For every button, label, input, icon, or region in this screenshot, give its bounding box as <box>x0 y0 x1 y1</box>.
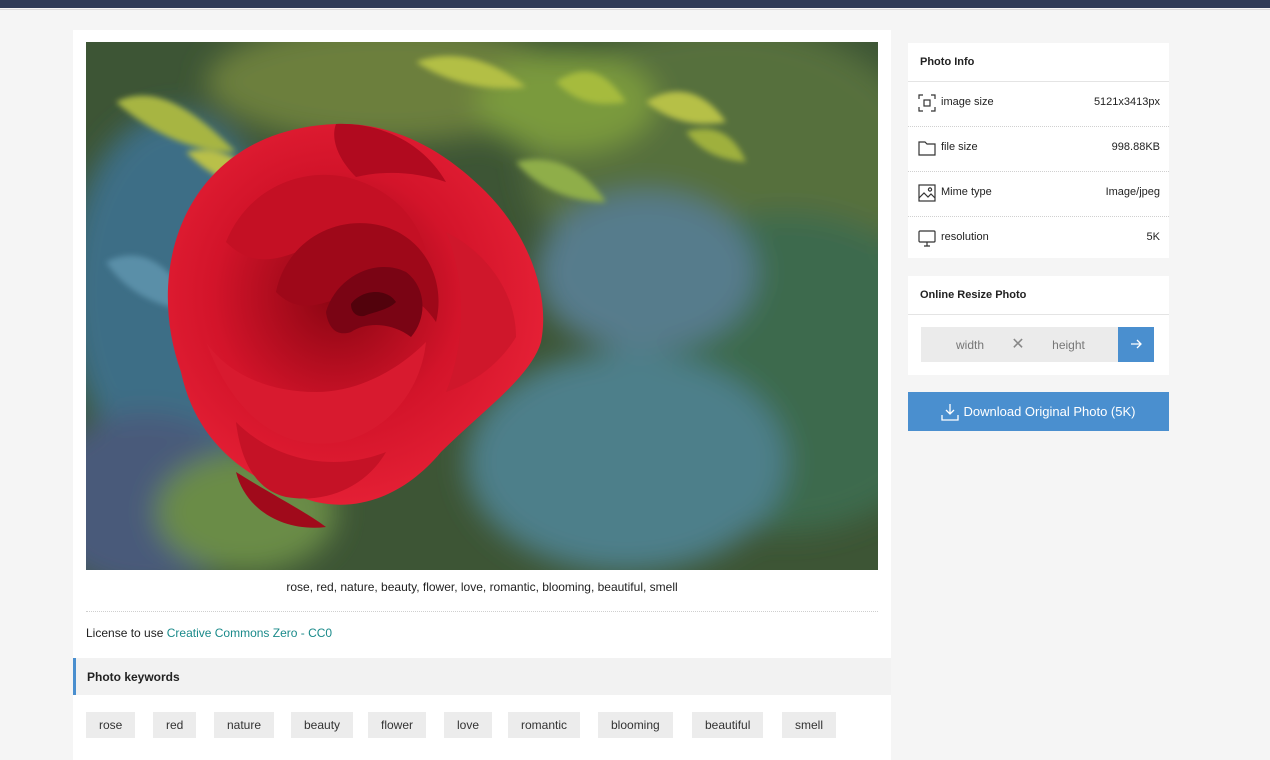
keyword-tag-beauty[interactable]: beauty <box>291 712 354 738</box>
info-value: Image/jpeg <box>1105 186 1160 198</box>
info-value: 5K <box>1146 231 1160 243</box>
height-input[interactable] <box>1019 327 1118 362</box>
keyword-tag-red[interactable]: red <box>153 712 197 738</box>
image-icon <box>918 184 936 202</box>
keyword-tag-rose[interactable]: rose <box>86 712 136 738</box>
license-line: License to use Creative Commons Zero - C… <box>86 626 332 640</box>
width-input[interactable] <box>921 327 1019 362</box>
info-label: image size <box>941 96 994 108</box>
keyword-tag-beautiful[interactable]: beautiful <box>692 712 764 738</box>
keywords-title: Photo keywords <box>87 670 180 684</box>
info-row-resolution: resolution 5K <box>908 217 1169 261</box>
info-label: file size <box>941 141 978 153</box>
info-row-image-size: image size 5121x3413px <box>908 82 1169 127</box>
download-original-button[interactable]: Download Original Photo (5K) <box>908 392 1169 431</box>
times-icon: ✕ <box>1011 336 1025 353</box>
keyword-tag-love[interactable]: love <box>444 712 493 738</box>
main-content-card: rose, red, nature, beauty, flower, love,… <box>73 30 891 760</box>
info-value: 5121x3413px <box>1093 96 1160 108</box>
download-icon <box>941 404 959 421</box>
photo-caption: rose, red, nature, beauty, flower, love,… <box>286 580 678 594</box>
resize-card: Online Resize Photo ✕ <box>908 276 1169 375</box>
info-label: resolution <box>941 231 989 243</box>
license-link[interactable]: Creative Commons Zero - CC0 <box>167 626 332 640</box>
keyword-tag-blooming[interactable]: blooming <box>598 712 673 738</box>
photo-info-title: Photo Info <box>908 43 1169 82</box>
photo-info-card: Photo Info image size 5121x3413px file s… <box>908 43 1169 258</box>
keyword-tag-smell[interactable]: smell <box>782 712 837 738</box>
caption-divider <box>86 611 878 612</box>
keyword-tag-flower[interactable]: flower <box>368 712 427 738</box>
resize-submit-button[interactable] <box>1118 327 1154 362</box>
image-size-icon <box>918 94 936 112</box>
info-row-file-size: file size 998.88KB <box>908 127 1169 172</box>
arrow-right-icon <box>1131 339 1142 349</box>
folder-icon <box>918 141 936 156</box>
monitor-icon <box>918 230 936 247</box>
download-label: Download Original Photo (5K) <box>963 404 1136 419</box>
keyword-tag-romantic[interactable]: romantic <box>508 712 581 738</box>
keywords-header: Photo keywords <box>73 658 891 695</box>
rose-photo[interactable] <box>86 42 878 570</box>
keyword-tag-nature[interactable]: nature <box>214 712 275 738</box>
resize-form: ✕ <box>921 327 1154 362</box>
license-prefix: License to use <box>86 626 164 640</box>
info-value: 998.88KB <box>1111 141 1160 153</box>
info-row-mime-type: Mime type Image/jpeg <box>908 172 1169 217</box>
info-label: Mime type <box>941 186 992 198</box>
top-navigation-bar <box>0 0 1270 8</box>
top-divider <box>0 9 1270 10</box>
resize-title: Online Resize Photo <box>908 276 1169 315</box>
